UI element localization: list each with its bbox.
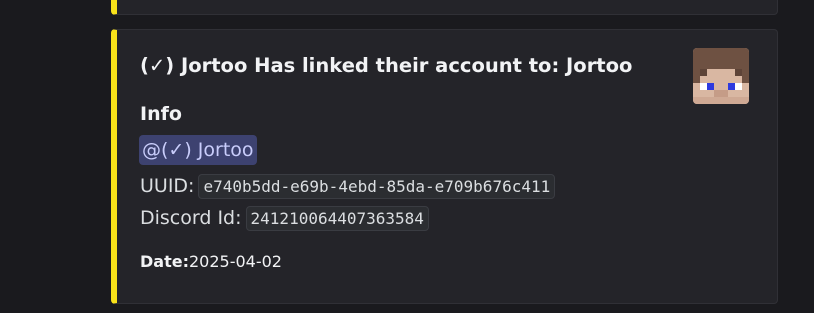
skin-face-pixels [693, 48, 749, 104]
embed-footer: Date:2025-04-02 [140, 252, 282, 271]
discord-id-line: Discord Id: 241210064407363584 [140, 203, 429, 233]
date-label: Date: [140, 252, 189, 271]
discord-id-value: 241210064407363584 [245, 205, 429, 231]
minecraft-skin-face-icon[interactable] [693, 48, 749, 104]
user-mention[interactable]: @(✓) Jortoo [139, 135, 257, 165]
embed-title: (✓) Jortoo Has linked their account to: … [140, 54, 633, 77]
uuid-label: UUID: [140, 175, 195, 197]
previous-embed [111, 0, 778, 15]
link-account-embed: (✓) Jortoo Has linked their account to: … [111, 29, 778, 304]
uuid-value: e740b5dd-e69b-4ebd-85da-e709b676c411 [198, 173, 556, 199]
discord-id-label: Discord Id: [140, 207, 242, 229]
field-name: Info [140, 103, 182, 125]
date-value: 2025-04-02 [188, 252, 282, 271]
uuid-line: UUID: e740b5dd-e69b-4ebd-85da-e709b676c4… [140, 171, 556, 201]
